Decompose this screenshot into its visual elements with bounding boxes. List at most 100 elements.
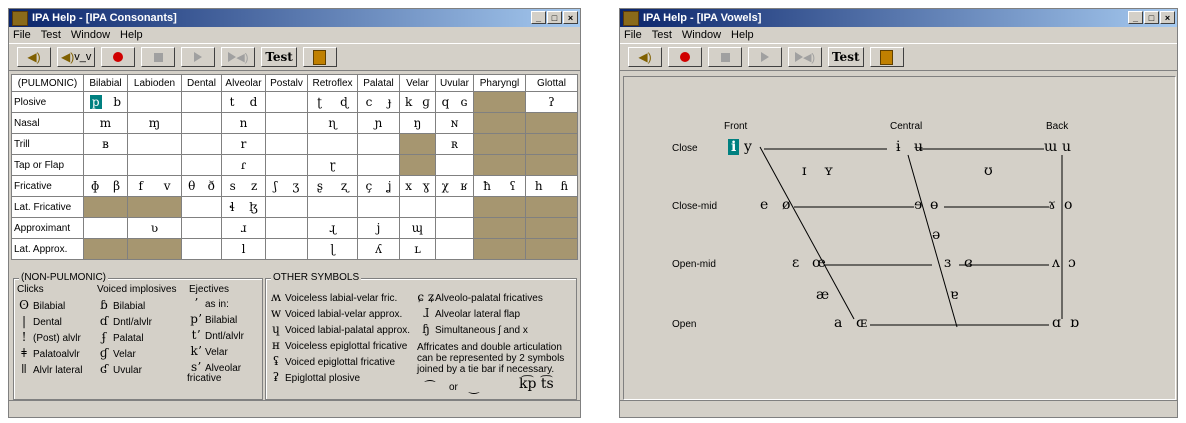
vowel-symbol[interactable]: i	[728, 139, 740, 155]
consonant-cell[interactable]	[265, 217, 308, 239]
ipa-symbol[interactable]: ç	[365, 179, 372, 193]
stop-button[interactable]	[708, 47, 742, 67]
consonant-cell[interactable]	[399, 196, 436, 218]
menu-test[interactable]: Test	[652, 29, 672, 41]
consonant-cell[interactable]	[127, 154, 182, 176]
vowel-symbol[interactable]: ɒ	[1070, 315, 1079, 331]
ipa-symbol[interactable]: ɲ	[375, 116, 383, 130]
consonant-cell[interactable]	[435, 196, 474, 218]
consonant-cell[interactable]: qɢ	[435, 91, 474, 113]
consonant-cell[interactable]: θð	[181, 175, 222, 197]
consonant-cell[interactable]	[473, 133, 526, 155]
symbol-item[interactable]: ɧ Simultaneous ʃ and x	[417, 322, 528, 336]
close-button[interactable]: ×	[1160, 11, 1175, 24]
vowel-symbol[interactable]: ʏ	[824, 163, 833, 179]
consonant-cell[interactable]: kɡ	[399, 91, 436, 113]
ipa-symbol[interactable]: ɾ	[241, 158, 246, 172]
ipa-symbol[interactable]: ɖ	[340, 95, 348, 109]
ipa-symbol[interactable]: ʋ	[151, 221, 158, 235]
ipa-symbol[interactable]: p	[89, 95, 102, 109]
consonant-cell[interactable]: ŋ	[399, 112, 436, 134]
symbol-item[interactable]: ʛ Uvular	[95, 362, 142, 376]
consonant-cell[interactable]	[435, 154, 474, 176]
consonant-cell[interactable]: ʔ	[525, 91, 578, 113]
consonant-cell[interactable]: ɱ	[127, 112, 182, 134]
symbol-item[interactable]: ʍ Voiceless labial-velar fric.	[267, 290, 397, 304]
symbol-item[interactable]: ʜ Voiceless epiglottal fricative	[267, 338, 407, 352]
consonant-cell[interactable]: xɣ	[399, 175, 436, 197]
consonant-cell[interactable]	[265, 91, 308, 113]
symbol-item[interactable]: w Voiced labial-velar approx.	[267, 306, 402, 320]
symbol-item[interactable]: ɓ Bilabial	[95, 298, 145, 312]
vowel-symbol[interactable]: æ	[816, 287, 829, 303]
symbol-item[interactable]: ʄ Palatal	[95, 330, 144, 344]
test-button[interactable]: Test	[261, 47, 297, 67]
symbol-item[interactable]: ɥ Voiced labial-palatal approx.	[267, 322, 410, 336]
vowel-symbol[interactable]: ɵ	[930, 197, 938, 213]
consonant-cell[interactable]	[265, 112, 308, 134]
consonant-cell[interactable]	[399, 133, 436, 155]
ipa-symbol[interactable]: ɴ	[451, 116, 459, 130]
ipa-symbol[interactable]: ʀ	[451, 137, 458, 151]
vowel-symbol[interactable]: ɔ	[1068, 255, 1076, 271]
consonant-cell[interactable]	[265, 133, 308, 155]
vowel-symbol[interactable]: u	[1062, 139, 1071, 155]
consonant-cell[interactable]	[473, 238, 526, 260]
consonant-cell[interactable]: ɹ	[221, 217, 266, 239]
menu-window[interactable]: Window	[682, 29, 721, 41]
consonant-cell[interactable]: r	[221, 133, 266, 155]
consonant-cell[interactable]: ʋ	[127, 217, 182, 239]
consonant-cell[interactable]: ʙ	[83, 133, 128, 155]
minimize-button[interactable]: _	[1128, 11, 1143, 24]
ipa-symbol[interactable]: ɻ	[329, 221, 336, 235]
ipa-symbol[interactable]: l	[242, 242, 246, 256]
symbol-item[interactable]: ! (Post) alvlr	[15, 330, 81, 344]
ipa-symbol[interactable]: χ	[442, 179, 449, 193]
menu-help[interactable]: Help	[731, 29, 754, 41]
ipa-symbol[interactable]: f	[138, 179, 142, 193]
record-button[interactable]	[101, 47, 136, 67]
consonant-cell[interactable]: hɦ	[525, 175, 578, 197]
consonant-cell[interactable]	[473, 91, 526, 113]
consonant-cell[interactable]: sz	[221, 175, 266, 197]
title-bar[interactable]: IPA Help - [IPA Vowels] _ □ ×	[620, 9, 1177, 27]
vowel-symbol[interactable]: ɨ	[896, 139, 900, 155]
vowel-symbol[interactable]: ə	[932, 227, 940, 243]
consonant-cell[interactable]	[181, 196, 222, 218]
ipa-symbol[interactable]: ɣ	[423, 179, 430, 193]
vowel-symbol[interactable]: ɯ	[1044, 139, 1057, 155]
consonant-cell[interactable]	[127, 196, 182, 218]
consonant-cell[interactable]: ɭ	[307, 238, 358, 260]
vowel-symbol[interactable]: a	[834, 315, 842, 331]
menu-window[interactable]: Window	[71, 29, 110, 41]
consonant-cell[interactable]: ɲ	[357, 112, 400, 134]
consonant-cell[interactable]	[473, 196, 526, 218]
symbol-item[interactable]: ʡ Epiglottal plosive	[267, 370, 360, 384]
consonant-cell[interactable]	[307, 196, 358, 218]
consonant-cell[interactable]: ɳ	[307, 112, 358, 134]
vowel-symbol[interactable]: ʊ	[984, 163, 993, 179]
consonant-cell[interactable]	[357, 133, 400, 155]
consonant-cell[interactable]	[265, 196, 308, 218]
consonant-cell[interactable]: ɰ	[399, 217, 436, 239]
consonant-cell[interactable]: td	[221, 91, 266, 113]
ipa-symbol[interactable]: β	[113, 179, 120, 193]
consonant-cell[interactable]	[181, 238, 222, 260]
consonant-cell[interactable]	[181, 217, 222, 239]
consonant-cell[interactable]	[473, 154, 526, 176]
ipa-symbol[interactable]: ŋ	[414, 116, 422, 130]
consonant-cell[interactable]	[525, 217, 578, 239]
symbol-item[interactable]: ʼ as in:	[187, 297, 257, 310]
consonant-cell[interactable]	[265, 154, 308, 176]
ipa-symbol[interactable]: k	[405, 95, 412, 109]
ipa-symbol[interactable]: ɮ	[249, 200, 257, 214]
ipa-symbol[interactable]: ʃ	[274, 179, 277, 193]
consonant-cell[interactable]: χʁ	[435, 175, 474, 197]
vowel-symbol[interactable]: ɐ	[950, 287, 958, 303]
consonant-cell[interactable]	[181, 91, 222, 113]
vowel-symbol[interactable]: ʉ	[914, 139, 923, 155]
consonant-cell[interactable]	[181, 133, 222, 155]
record-button[interactable]	[668, 47, 702, 67]
vowel-symbol[interactable]: ø	[782, 197, 790, 213]
ipa-symbol[interactable]: ʎ	[375, 242, 382, 256]
